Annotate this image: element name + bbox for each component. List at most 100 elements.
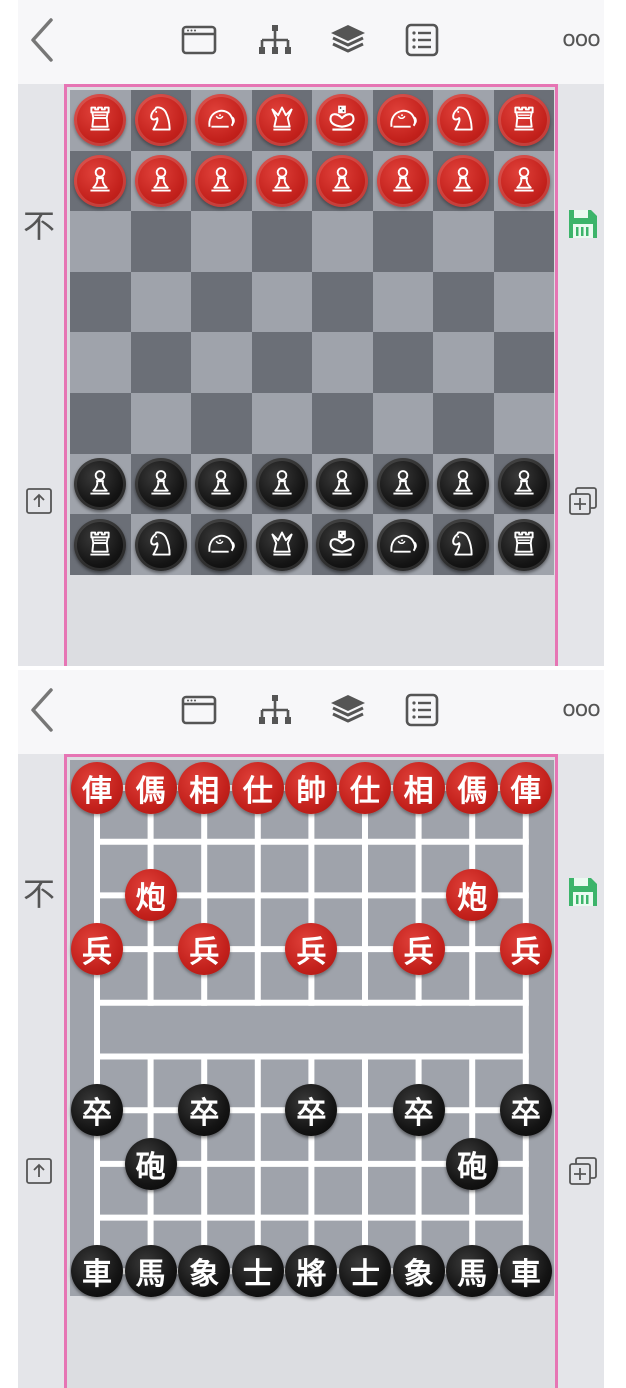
- black-xiangqi-piece[interactable]: 卒: [178, 1084, 231, 1137]
- chevron-left-icon: [31, 688, 53, 732]
- black-elephant-piece[interactable]: [376, 518, 429, 571]
- black-pawn-piece[interactable]: [195, 457, 248, 510]
- hierarchy-icon: [259, 695, 291, 724]
- red-queen-piece[interactable]: [255, 94, 308, 147]
- red-pawn-piece[interactable]: [376, 154, 429, 207]
- back-button[interactable]: [22, 684, 62, 736]
- chess-panel: ooo 不: [18, 0, 604, 666]
- black-xiangqi-piece[interactable]: 卒: [499, 1084, 552, 1137]
- black-xiangqi-piece[interactable]: 士: [339, 1245, 391, 1298]
- black-xiangqi-piece[interactable]: 馬: [446, 1245, 499, 1298]
- black-xiangqi-piece[interactable]: 卒: [71, 1084, 123, 1137]
- red-xiangqi-piece[interactable]: 炮: [446, 869, 499, 922]
- black-xiangqi-piece[interactable]: 卒: [285, 1084, 338, 1137]
- upload-button[interactable]: [24, 1156, 54, 1186]
- window-button[interactable]: [178, 690, 220, 730]
- toolbar: ooo: [18, 0, 604, 84]
- black-rook-piece[interactable]: [497, 518, 550, 571]
- red-xiangqi-piece[interactable]: 兵: [392, 923, 445, 976]
- red-knight-piece[interactable]: [437, 94, 490, 147]
- red-xiangqi-piece[interactable]: 兵: [285, 923, 338, 976]
- xiangqi-pieces: 俥傌相仕帥仕相傌俥炮炮兵兵兵兵兵卒卒卒卒卒砲砲車馬象士將士象馬車: [70, 760, 554, 1298]
- black-xiangqi-piece[interactable]: 馬: [124, 1245, 177, 1298]
- red-rook-piece[interactable]: [74, 94, 127, 147]
- red-xiangqi-piece[interactable]: 兵: [71, 923, 123, 976]
- top-label: 不: [22, 875, 55, 913]
- tree-button[interactable]: [254, 690, 296, 730]
- back-button[interactable]: [22, 14, 62, 66]
- duplicate-button[interactable]: [566, 484, 600, 518]
- black-xiangqi-piece[interactable]: 砲: [446, 1137, 499, 1190]
- black-xiangqi-piece[interactable]: 士: [231, 1245, 284, 1298]
- red-pawn-piece[interactable]: [437, 154, 490, 207]
- black-xiangqi-piece[interactable]: 象: [392, 1245, 445, 1298]
- chess-board[interactable]: [64, 84, 558, 666]
- black-queen-piece[interactable]: [255, 518, 308, 571]
- black-pawn-piece[interactable]: [497, 457, 550, 510]
- red-pawn-piece[interactable]: [497, 154, 550, 207]
- red-xiangqi-piece[interactable]: 俥: [499, 762, 552, 814]
- black-pawn-piece[interactable]: [255, 457, 308, 510]
- upload-icon: [26, 488, 52, 514]
- black-pawn-piece[interactable]: [437, 457, 490, 510]
- red-elephant-piece[interactable]: [376, 94, 429, 147]
- layers-button[interactable]: [326, 20, 370, 60]
- red-xiangqi-piece[interactable]: 帥: [285, 762, 338, 814]
- red-xiangqi-piece[interactable]: 俥: [71, 762, 123, 814]
- red-pawn-piece[interactable]: [255, 154, 308, 207]
- list-icon: [405, 693, 439, 727]
- red-pawn-piece[interactable]: [134, 154, 187, 207]
- red-elephant-piece[interactable]: [195, 94, 248, 147]
- red-pawn-piece[interactable]: [316, 154, 369, 207]
- work-area: 不 俥傌相仕帥仕相傌俥炮炮兵兵兵兵兵卒卒卒卒卒砲砲車馬象士將士象馬車: [18, 754, 604, 1388]
- red-xiangqi-piece[interactable]: 相: [392, 762, 445, 814]
- duplicate-button[interactable]: [566, 1154, 600, 1188]
- hierarchy-icon: [259, 25, 291, 54]
- black-xiangqi-piece[interactable]: 將: [285, 1245, 338, 1298]
- red-xiangqi-piece[interactable]: 傌: [446, 762, 499, 814]
- black-pawn-piece[interactable]: [134, 457, 187, 510]
- xiangqi-board[interactable]: 俥傌相仕帥仕相傌俥炮炮兵兵兵兵兵卒卒卒卒卒砲砲車馬象士將士象馬車: [64, 754, 558, 1388]
- red-pawn-piece[interactable]: [195, 154, 248, 207]
- red-knight-piece[interactable]: [134, 94, 187, 147]
- list-button[interactable]: [402, 690, 442, 730]
- browser-window-icon: [181, 25, 217, 55]
- red-xiangqi-piece[interactable]: 仕: [339, 762, 391, 814]
- red-xiangqi-piece[interactable]: 仕: [231, 762, 284, 814]
- black-xiangqi-piece[interactable]: 象: [178, 1245, 231, 1298]
- more-button[interactable]: ooo: [558, 24, 604, 54]
- black-xiangqi-piece[interactable]: 車: [71, 1245, 123, 1298]
- layers-button[interactable]: [326, 690, 370, 730]
- save-button[interactable]: [566, 206, 600, 242]
- black-king-piece[interactable]: [316, 518, 369, 571]
- red-king-piece[interactable]: [316, 94, 369, 147]
- black-knight-piece[interactable]: [134, 518, 187, 571]
- black-pawn-piece[interactable]: [74, 457, 127, 510]
- upload-icon: [26, 1158, 52, 1184]
- save-icon: [569, 878, 597, 906]
- red-pawn-piece[interactable]: [74, 154, 127, 207]
- top-label: 不: [22, 207, 55, 245]
- tree-button[interactable]: [254, 20, 296, 60]
- upload-button[interactable]: [24, 486, 54, 516]
- red-rook-piece[interactable]: [497, 94, 550, 147]
- black-pawn-piece[interactable]: [376, 457, 429, 510]
- red-xiangqi-piece[interactable]: 相: [178, 762, 231, 814]
- top-button[interactable]: 不: [22, 206, 56, 245]
- window-button[interactable]: [178, 20, 220, 60]
- black-pawn-piece[interactable]: [316, 457, 369, 510]
- black-xiangqi-piece[interactable]: 砲: [124, 1137, 177, 1190]
- top-button[interactable]: 不: [22, 874, 56, 913]
- red-xiangqi-piece[interactable]: 兵: [178, 923, 231, 976]
- red-xiangqi-piece[interactable]: 兵: [499, 923, 552, 976]
- red-xiangqi-piece[interactable]: 傌: [124, 762, 177, 814]
- list-button[interactable]: [402, 20, 442, 60]
- more-button[interactable]: ooo: [558, 694, 604, 724]
- black-xiangqi-piece[interactable]: 車: [499, 1245, 552, 1298]
- black-knight-piece[interactable]: [437, 518, 490, 571]
- red-xiangqi-piece[interactable]: 炮: [124, 869, 177, 922]
- black-xiangqi-piece[interactable]: 卒: [392, 1084, 445, 1137]
- black-elephant-piece[interactable]: [195, 518, 248, 571]
- save-button[interactable]: [566, 874, 600, 910]
- black-rook-piece[interactable]: [74, 518, 127, 571]
